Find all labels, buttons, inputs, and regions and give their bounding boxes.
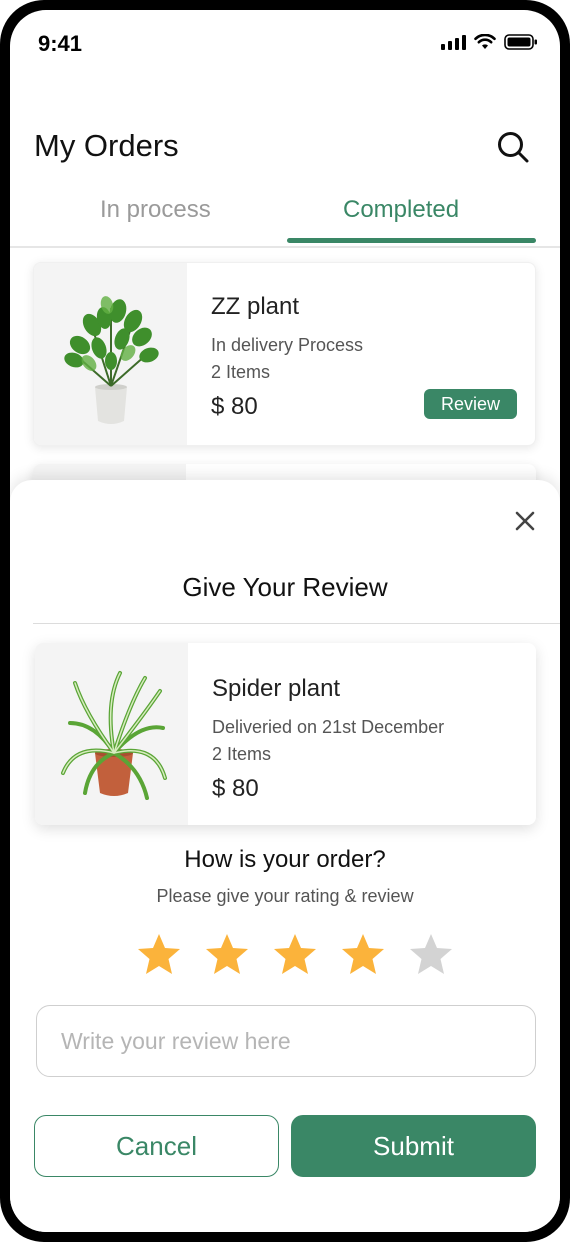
cellular-signal-icon bbox=[441, 34, 466, 50]
star-rating bbox=[136, 932, 454, 978]
phone-frame: 9:41 My Orders In process Completed ZZ p… bbox=[0, 0, 570, 1242]
item-count: 2 Items bbox=[211, 362, 271, 382]
product-image-zz-plant bbox=[34, 263, 187, 445]
rating-question: How is your order? bbox=[184, 846, 386, 873]
review-product-card: Spider plant Deliveried on 21st December… bbox=[35, 643, 536, 825]
divider bbox=[33, 623, 560, 624]
screen: 9:41 My Orders In process Completed ZZ p… bbox=[10, 10, 560, 1232]
review-button[interactable]: Review bbox=[424, 389, 517, 419]
search-icon bbox=[498, 132, 529, 163]
product-name: ZZ plant bbox=[211, 293, 300, 320]
cancel-button[interactable]: Cancel bbox=[34, 1115, 279, 1177]
item-count: 2 Items bbox=[212, 744, 272, 764]
status-time: 9:41 bbox=[38, 31, 83, 56]
tab-in-process[interactable]: In process bbox=[100, 196, 211, 224]
product-name: Spider plant bbox=[212, 675, 341, 702]
submit-button[interactable]: Submit bbox=[291, 1115, 536, 1177]
star-filled-icon[interactable] bbox=[204, 932, 250, 978]
sheet-title: Give Your Review bbox=[182, 572, 388, 602]
delivery-date: Deliveried on 21st December bbox=[212, 717, 445, 737]
tab-completed[interactable]: Completed bbox=[343, 196, 459, 224]
order-card[interactable]: ZZ plant In delivery Process 2 Items $ 8… bbox=[33, 262, 536, 446]
product-price: $ 80 bbox=[212, 775, 259, 802]
search-button[interactable] bbox=[496, 130, 530, 164]
review-product-info: Spider plant Deliveried on 21st December… bbox=[212, 675, 444, 803]
close-button[interactable] bbox=[514, 510, 536, 532]
order-status: In delivery Process bbox=[211, 335, 364, 355]
star-filled-icon[interactable] bbox=[136, 932, 182, 978]
product-image-spider-plant bbox=[35, 643, 188, 825]
star-empty-icon[interactable] bbox=[408, 932, 454, 978]
star-filled-icon[interactable] bbox=[340, 932, 386, 978]
page-title: My Orders bbox=[34, 128, 179, 163]
order-tabs: In process Completed bbox=[10, 186, 560, 248]
review-input[interactable] bbox=[36, 1005, 536, 1077]
review-bottom-sheet: Give Your Review Spider plant Deliveried… bbox=[10, 480, 560, 1232]
order-info: ZZ plant In delivery Process 2 Items $ 8… bbox=[211, 293, 363, 421]
wifi-icon bbox=[474, 34, 496, 49]
status-icons bbox=[441, 34, 538, 50]
star-filled-icon[interactable] bbox=[272, 932, 318, 978]
active-tab-indicator bbox=[287, 238, 536, 243]
battery-icon bbox=[504, 34, 537, 50]
rating-hint: Please give your rating & review bbox=[156, 886, 414, 906]
close-icon bbox=[515, 511, 535, 531]
product-price: $ 80 bbox=[211, 393, 258, 420]
